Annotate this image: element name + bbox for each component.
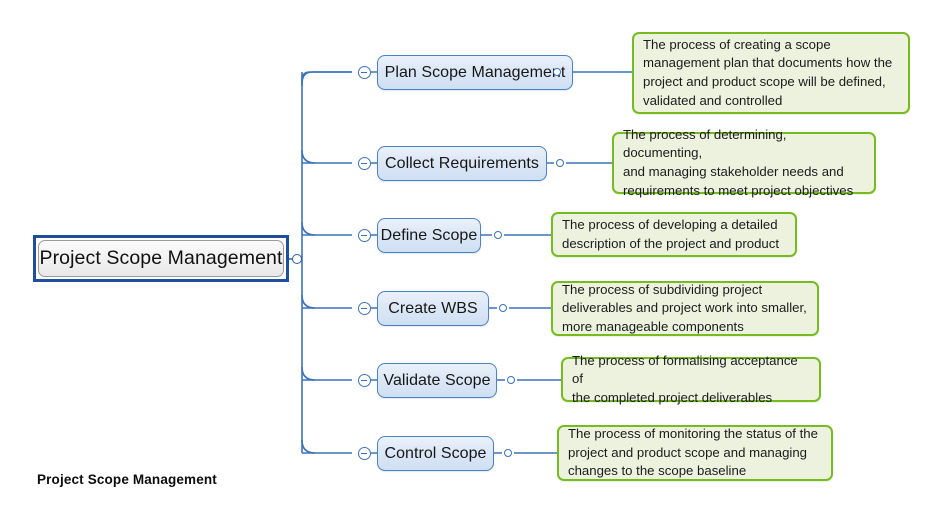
description-text: The process of determining, documenting,… <box>623 126 854 198</box>
root-connector-dot[interactable] <box>292 254 302 264</box>
root-node-label: Project Scope Management <box>39 247 283 269</box>
branch-node-label: Define Scope <box>380 226 478 244</box>
description-box-control-scope: The process of monitoring the status of … <box>557 425 833 481</box>
branch-node-validate-scope[interactable]: Validate Scope <box>377 363 497 398</box>
description-box-plan-scope-management: The process of creating a scope manageme… <box>632 32 910 114</box>
branch-node-create-wbs[interactable]: Create WBS <box>377 291 489 326</box>
description-text: The process of formalising acceptance of… <box>572 352 798 405</box>
leaf-connector-dot-define-scope[interactable] <box>494 231 502 239</box>
description-box-collect-requirements: The process of determining, documenting,… <box>612 127 876 198</box>
collapse-toggle-control-scope[interactable] <box>358 446 371 460</box>
branch-node-label: Create WBS <box>388 299 478 317</box>
branch-node-label: Control Scope <box>384 444 487 462</box>
branch-node-label: Collect Requirements <box>385 154 539 172</box>
branch-node-plan-scope-management[interactable]: Plan Scope Management <box>377 55 573 90</box>
leaf-connector-dot-control-scope[interactable] <box>504 449 512 457</box>
description-box-validate-scope: The process of formalising acceptance of… <box>561 353 821 405</box>
description-box-define-scope: The process of developing a detailed des… <box>551 212 797 257</box>
diagram-caption: Project Scope Management <box>37 472 217 487</box>
root-node-inner: Project Scope Management <box>38 240 284 277</box>
collapse-toggle-collect-requirements[interactable] <box>358 156 371 170</box>
description-text: The process of creating a scope manageme… <box>643 36 893 108</box>
collapse-toggle-validate-scope[interactable] <box>358 373 371 387</box>
collapse-toggle-create-wbs[interactable] <box>358 301 371 315</box>
branch-node-control-scope[interactable]: Control Scope <box>377 436 494 471</box>
description-text: The process of developing a detailed des… <box>562 216 779 251</box>
root-node[interactable]: Project Scope Management <box>33 235 289 282</box>
branch-node-label: Plan Scope Management <box>384 63 566 81</box>
leaf-connector-dot-validate-scope[interactable] <box>507 376 515 384</box>
description-text: The process of subdividing project deliv… <box>562 281 807 334</box>
leaf-connector-dot-collect-requirements[interactable] <box>556 159 564 167</box>
description-text: The process of monitoring the status of … <box>568 426 818 479</box>
leaf-connector-dot-create-wbs[interactable] <box>499 304 507 312</box>
collapse-toggle-plan-scope-management[interactable] <box>358 65 371 79</box>
description-box-create-wbs: The process of subdividing project deliv… <box>551 281 819 336</box>
mindmap-canvas: Project Scope Management Plan Scope Mana… <box>0 0 945 523</box>
branch-node-label: Validate Scope <box>383 371 491 389</box>
branch-node-collect-requirements[interactable]: Collect Requirements <box>377 146 547 181</box>
leaf-connector-dot-plan-scope-management[interactable] <box>553 68 561 76</box>
collapse-toggle-define-scope[interactable] <box>358 228 371 242</box>
branch-node-define-scope[interactable]: Define Scope <box>377 218 481 253</box>
